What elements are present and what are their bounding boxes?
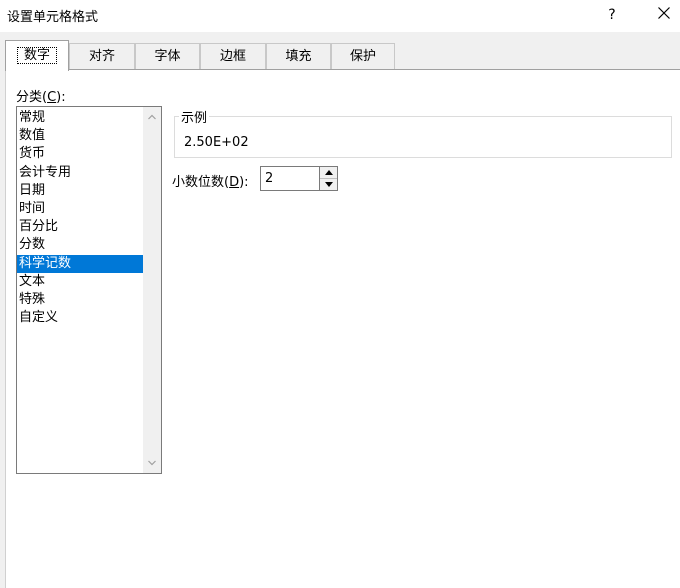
tab-protection[interactable]: 保护 bbox=[331, 43, 395, 70]
tab-number-label: 数字 bbox=[16, 47, 57, 64]
category-scrollbar[interactable] bbox=[143, 107, 161, 473]
list-item-text[interactable]: 文本 bbox=[17, 273, 143, 291]
help-button[interactable]: ? bbox=[600, 4, 624, 26]
list-item-date[interactable]: 日期 bbox=[17, 182, 143, 200]
tab-font[interactable]: 字体 bbox=[135, 43, 200, 70]
close-button[interactable] bbox=[652, 4, 676, 26]
scroll-down-icon[interactable] bbox=[147, 458, 157, 468]
window-title: 设置单元格格式 bbox=[7, 10, 99, 25]
list-item-accounting[interactable]: 会计专用 bbox=[17, 164, 143, 182]
list-item-custom[interactable]: 自定义 bbox=[17, 309, 143, 327]
category-list: 常规 数值 货币 会计专用 日期 时间 百分比 分数 科学记数 文本 特殊 自定… bbox=[17, 109, 143, 327]
title-bar: 设置单元格格式 ? bbox=[0, 0, 680, 32]
triangle-down-icon bbox=[324, 182, 333, 187]
category-listbox[interactable]: 常规 数值 货币 会计专用 日期 时间 百分比 分数 科学记数 文本 特殊 自定… bbox=[16, 106, 162, 474]
tab-fill[interactable]: 填充 bbox=[266, 43, 331, 70]
sample-group: 示例 2.50E+02 bbox=[174, 107, 672, 158]
spin-up-button[interactable] bbox=[320, 167, 337, 179]
sample-title: 示例 bbox=[179, 107, 210, 126]
scroll-up-icon[interactable] bbox=[147, 112, 157, 122]
list-item-scientific[interactable]: 科学记数 bbox=[17, 254, 143, 273]
list-item-special[interactable]: 特殊 bbox=[17, 291, 143, 309]
list-item-number[interactable]: 数值 bbox=[17, 127, 143, 145]
category-label: 分类(C): bbox=[16, 90, 66, 105]
tab-number[interactable]: 数字 bbox=[5, 40, 69, 71]
decimal-places-input[interactable] bbox=[260, 166, 320, 191]
list-item-time[interactable]: 时间 bbox=[17, 200, 143, 218]
tab-alignment[interactable]: 对齐 bbox=[69, 43, 135, 70]
tab-border[interactable]: 边框 bbox=[200, 43, 266, 70]
sample-value: 2.50E+02 bbox=[184, 135, 249, 150]
close-icon bbox=[658, 7, 670, 19]
list-item-percentage[interactable]: 百分比 bbox=[17, 218, 143, 236]
triangle-up-icon bbox=[324, 170, 333, 175]
decimal-places-label: 小数位数(D): bbox=[172, 175, 249, 190]
list-item-general[interactable]: 常规 bbox=[17, 109, 143, 127]
list-item-currency[interactable]: 货币 bbox=[17, 145, 143, 163]
list-item-fraction[interactable]: 分数 bbox=[17, 236, 143, 254]
number-tab-panel: 分类(C): 常规 数值 货币 会计专用 日期 时间 百分比 分数 科学记数 文… bbox=[5, 69, 680, 588]
spin-down-button[interactable] bbox=[320, 179, 337, 191]
decimal-places-spinner bbox=[320, 166, 338, 191]
